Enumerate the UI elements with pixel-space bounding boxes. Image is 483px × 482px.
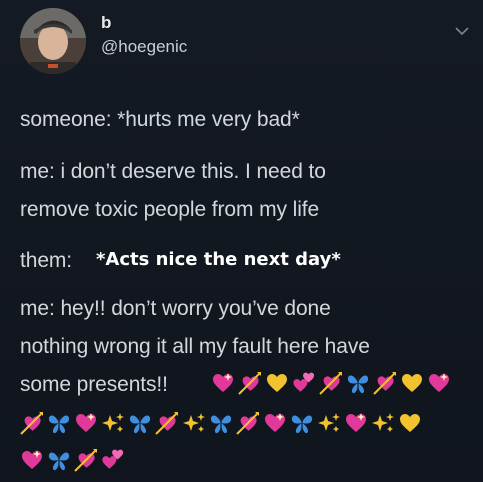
heart-arrow-icon: [319, 372, 342, 395]
emoji-row: [20, 448, 128, 472]
tweet-line: some presents!!: [20, 373, 168, 396]
tweet-line: them:: [20, 249, 73, 272]
sparkles-icon: [372, 413, 394, 432]
chevron-down-icon[interactable]: [454, 25, 470, 37]
two-hearts-icon: [102, 449, 124, 469]
butterfly-icon: [291, 415, 313, 434]
butterfly-icon: [48, 415, 70, 434]
butterfly-icon: [48, 452, 70, 471]
tweet-line: someone: *hurts me very bad*: [20, 108, 300, 131]
yellow-heart-icon: [402, 374, 422, 392]
heart-sparkle-icon: [76, 413, 96, 432]
yellow-heart-icon: [267, 374, 287, 392]
heart-arrow-icon: [20, 412, 43, 435]
butterfly-icon: [347, 375, 369, 394]
heart-arrow-icon: [238, 372, 261, 395]
sparkles-icon: [318, 413, 340, 432]
heart-sparkle-icon: [265, 413, 285, 432]
display-name[interactable]: b: [101, 13, 111, 33]
heart-sparkle-icon: [429, 373, 449, 392]
butterfly-icon: [129, 415, 151, 434]
tweet-card: b @hoegenic someone: *hurts me very bad*…: [0, 0, 483, 482]
heart-sparkle-icon: [213, 373, 233, 392]
sparkles-icon: [183, 413, 205, 432]
tweet-line: nothing wrong it all my fault here have: [20, 335, 370, 358]
avatar-photo: [20, 8, 86, 74]
tweet-line: me: hey!! don’t worry you’ve done: [20, 297, 331, 320]
heart-arrow-icon: [373, 372, 396, 395]
yellow-heart-icon: [400, 414, 420, 432]
avatar[interactable]: [20, 8, 86, 74]
heart-sparkle-icon: [346, 413, 366, 432]
overlay-caption: *Acts nice the next day*: [96, 249, 341, 270]
user-handle[interactable]: @hoegenic: [101, 37, 187, 57]
heart-arrow-icon: [74, 449, 97, 472]
heart-sparkle-icon: [22, 450, 42, 469]
two-hearts-icon: [293, 372, 315, 392]
emoji-row: [20, 411, 425, 435]
heart-arrow-icon: [155, 412, 178, 435]
emoji-row: [211, 371, 454, 395]
tweet-line: me: i don’t deserve this. I need to: [20, 160, 326, 183]
sparkles-icon: [102, 413, 124, 432]
tweet-line: remove toxic people from my life: [20, 198, 320, 221]
butterfly-icon: [210, 415, 232, 434]
heart-arrow-icon: [236, 412, 259, 435]
